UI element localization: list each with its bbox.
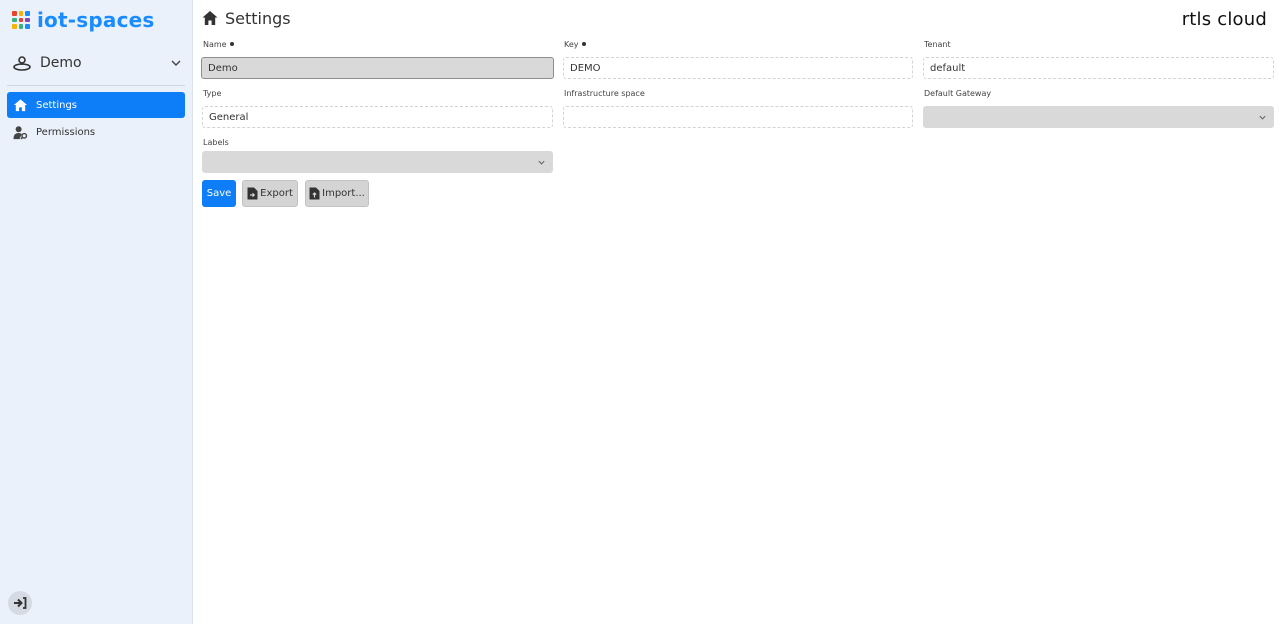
export-button[interactable]: Export — [242, 180, 298, 207]
file-import-icon — [309, 187, 320, 200]
space-name: Demo — [40, 55, 82, 71]
infrastructure-space-field[interactable] — [563, 106, 913, 128]
default-gateway-select[interactable] — [923, 106, 1274, 128]
tenant-label: Tenant — [924, 40, 951, 49]
type-label: Type — [203, 89, 222, 98]
space-icon — [13, 56, 31, 71]
name-field[interactable]: Demo — [201, 57, 554, 79]
chevron-down-icon — [1259, 115, 1266, 120]
sidebar-item-label: Permissions — [36, 126, 96, 138]
page-header: Settings — [202, 8, 291, 28]
required-indicator — [581, 41, 586, 46]
labels-select[interactable] — [202, 151, 553, 173]
page-title: Settings — [225, 8, 291, 28]
user-key-icon — [13, 125, 28, 140]
home-icon — [13, 98, 28, 111]
tenant-field[interactable]: default — [923, 57, 1274, 79]
save-button[interactable]: Save — [202, 180, 236, 207]
grid-logo-icon — [12, 11, 30, 29]
infrastructure-space-label: Infrastructure space — [564, 89, 645, 98]
sign-in-arrow-icon — [14, 597, 27, 609]
file-export-icon — [247, 187, 258, 200]
sidebar-item-settings[interactable]: Settings — [7, 92, 185, 118]
chevron-down-icon — [171, 60, 181, 66]
chevron-down-icon — [538, 160, 545, 165]
sidebar: iot-spaces Demo Settings Permissions — [0, 0, 193, 624]
space-selector[interactable]: Demo — [12, 51, 182, 75]
brand-name: iot-spaces — [37, 8, 155, 32]
labels-label: Labels — [203, 138, 229, 147]
rtls-cloud-logo: rtls cloud — [1181, 9, 1267, 30]
import-button[interactable]: Import... — [305, 180, 369, 207]
key-field[interactable]: DEMO — [563, 57, 913, 79]
default-gateway-label: Default Gateway — [924, 89, 992, 98]
sidebar-item-label: Settings — [36, 99, 78, 111]
logout-button[interactable] — [8, 591, 32, 615]
key-label: Key — [564, 40, 586, 50]
sidebar-divider — [7, 85, 185, 86]
type-field[interactable]: General — [202, 106, 553, 128]
name-label: Name — [203, 40, 234, 50]
brand[interactable]: iot-spaces — [12, 6, 155, 34]
required-indicator — [229, 41, 234, 46]
sidebar-item-permissions[interactable]: Permissions — [7, 119, 185, 145]
home-icon — [202, 11, 218, 25]
